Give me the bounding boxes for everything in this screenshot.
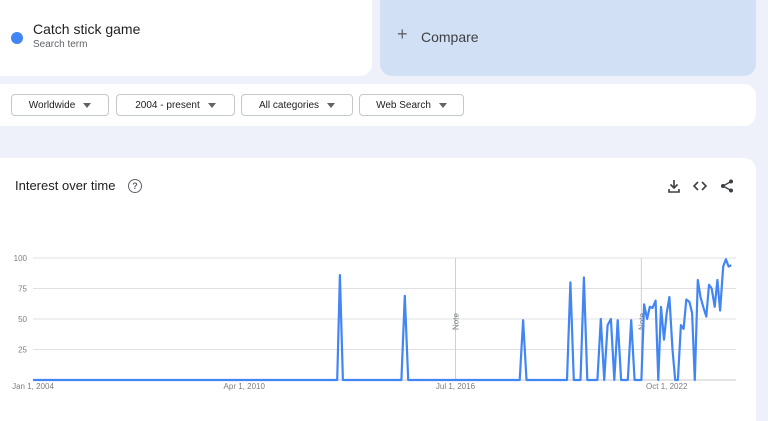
note-label: Note xyxy=(637,313,646,330)
search-type-dropdown[interactable]: Web Search xyxy=(359,94,464,116)
time-range-dropdown-label: 2004 - present xyxy=(135,99,200,111)
y-tick-label: 100 xyxy=(14,254,28,263)
search-type-dropdown-label: Web Search xyxy=(376,99,431,111)
x-tick-label: Oct 1, 2022 xyxy=(646,382,688,391)
caret-down-icon xyxy=(83,102,92,108)
search-term-title[interactable]: Catch stick game xyxy=(33,21,140,37)
category-dropdown[interactable]: All categories xyxy=(241,94,353,116)
caret-down-icon xyxy=(438,102,447,108)
series-color-dot xyxy=(11,32,23,44)
plus-icon: + xyxy=(397,24,408,44)
interest-over-time-card: Interest over time ? 25 50 75 100 Note Note Ja… xyxy=(0,158,756,421)
series-line xyxy=(33,258,732,382)
caret-down-icon xyxy=(327,102,336,108)
time-range-dropdown[interactable]: 2004 - present xyxy=(116,94,235,116)
region-dropdown[interactable]: Worldwide xyxy=(11,94,109,116)
region-dropdown-label: Worldwide xyxy=(28,99,76,111)
interest-chart: 25 50 75 100 Note Note Jan 1, 2004 Apr 1, 2010 J… xyxy=(12,254,736,391)
search-term-card[interactable]: Catch stick game Search term xyxy=(0,0,372,76)
compare-label: Compare xyxy=(421,29,479,45)
y-tick-label: 50 xyxy=(18,315,27,324)
y-tick-label: 25 xyxy=(18,346,27,355)
x-tick-label: Jan 1, 2004 xyxy=(12,382,54,391)
compare-button[interactable]: + Compare xyxy=(380,0,756,76)
filter-bar: Worldwide 2004 - present All categories … xyxy=(0,84,756,126)
caret-down-icon xyxy=(207,102,216,108)
y-tick-label: 75 xyxy=(18,285,27,294)
note-label: Note xyxy=(451,313,460,330)
search-term-subtitle: Search term xyxy=(33,39,88,50)
category-dropdown-label: All categories xyxy=(258,99,320,111)
x-tick-label: Jul 1, 2016 xyxy=(436,382,476,391)
x-tick-label: Apr 1, 2010 xyxy=(224,382,266,391)
